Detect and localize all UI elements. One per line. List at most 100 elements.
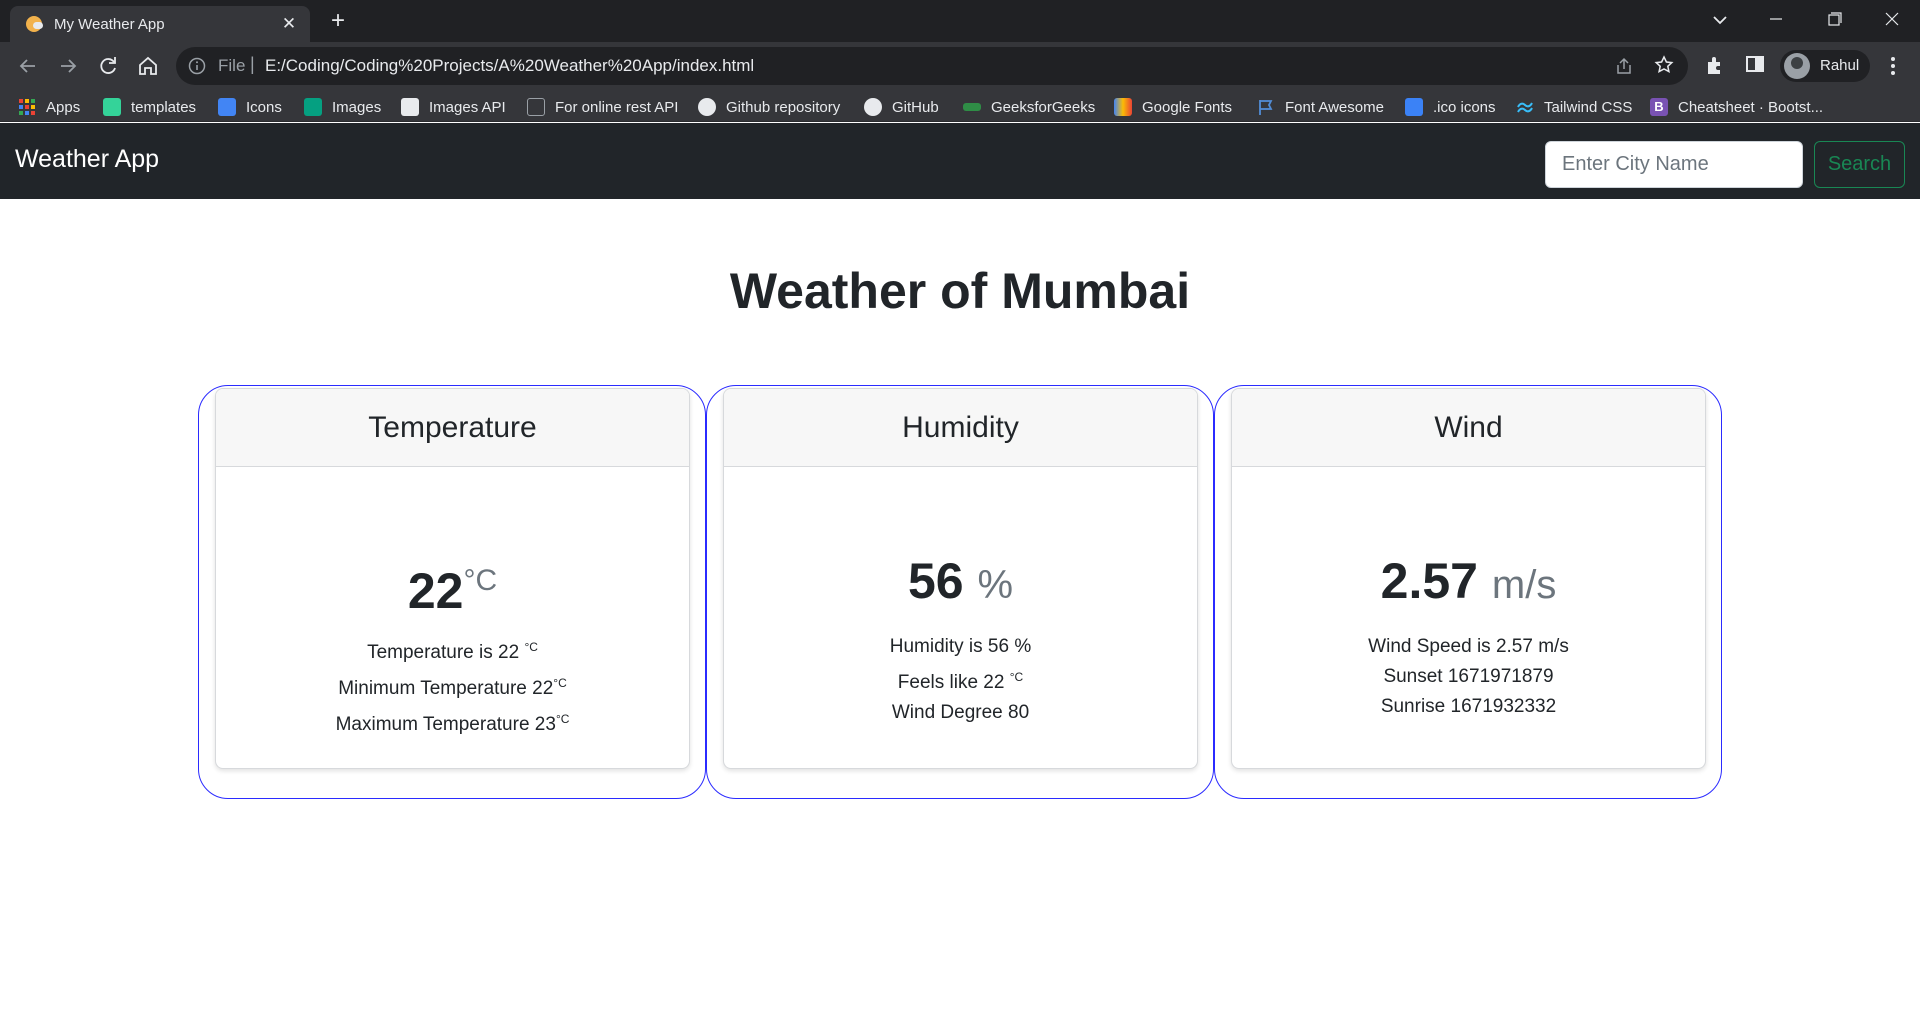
- rest-api-icon: [527, 98, 545, 116]
- extensions-puzzle-icon[interactable]: [1704, 54, 1726, 76]
- restore-window-icon[interactable]: [1806, 0, 1862, 38]
- icons-icon: [218, 98, 236, 116]
- forward-arrow-icon[interactable]: [54, 52, 82, 80]
- browser-tab-strip: My Weather App ✕ +: [0, 0, 1920, 42]
- bookmark-label: Images: [332, 98, 382, 116]
- tailwind-icon: [1517, 102, 1533, 113]
- card-header: Temperature: [216, 389, 689, 467]
- site-info-icon[interactable]: [188, 57, 206, 75]
- search-button[interactable]: Search: [1814, 141, 1905, 188]
- bookmark-geeksforgeeks[interactable]: GeeksforGeeks: [963, 96, 1095, 118]
- temperature-card: Temperature 22 °C Temperature is 22 °C Mi…: [215, 388, 690, 769]
- profile-name: Rahul: [1820, 57, 1860, 74]
- wind-details: Wind Speed is 2.57 m/s Sunset 1671971879…: [1232, 632, 1705, 722]
- geeksforgeeks-icon: [963, 103, 981, 111]
- detail-line: Temperature is 22 °C: [216, 632, 689, 668]
- humidity-card: Humidity 56 % Humidity is 56 % Feels lik…: [723, 388, 1198, 769]
- wind-card: Wind 2.57 m/s Wind Speed is 2.57 m/s Sun…: [1231, 388, 1706, 769]
- bookmark-icons[interactable]: Icons: [218, 96, 282, 118]
- bookmark-tailwind-css[interactable]: Tailwind CSS: [1516, 96, 1632, 118]
- detail-unit: °C: [555, 712, 570, 726]
- wind-card-wrapper: Wind 2.57 m/s Wind Speed is 2.57 m/s Sun…: [1214, 385, 1722, 799]
- detail-line: Wind Speed is 2.57 m/s: [1368, 636, 1569, 657]
- side-panel-icon[interactable]: [1745, 54, 1765, 74]
- url-separator: |: [250, 54, 255, 74]
- bookmark-label: Tailwind CSS: [1544, 98, 1633, 116]
- pexels-icon: [304, 98, 322, 116]
- humidity-number: 56: [907, 553, 964, 609]
- new-tab-button[interactable]: +: [324, 8, 352, 36]
- kebab-menu-icon[interactable]: [1882, 54, 1904, 78]
- back-arrow-icon[interactable]: [14, 52, 42, 80]
- bookmark-label: Images API: [429, 98, 506, 116]
- bookmark-star-icon[interactable]: [1654, 55, 1674, 75]
- bookmark-rest-api[interactable]: For online rest API: [527, 96, 678, 118]
- navbar-brand[interactable]: Weather App: [15, 145, 159, 174]
- detail-line: Maximum Temperature 23°C: [216, 704, 689, 740]
- flag-icon: [1259, 100, 1273, 115]
- bookmark-label: Cheatsheet · Bootst...: [1678, 98, 1824, 116]
- github-icon: [864, 98, 882, 116]
- wind-unit: m/s: [1491, 563, 1557, 607]
- bookmark-github-repository[interactable]: Github repository: [698, 96, 840, 118]
- app-navbar: Weather App Search: [0, 123, 1920, 199]
- reload-icon[interactable]: [94, 52, 122, 80]
- weather-favicon-icon: [26, 16, 43, 32]
- card-body: 2.57 m/s Wind Speed is 2.57 m/s Sunset 1…: [1232, 550, 1705, 722]
- bookmark-label: Google Fonts: [1142, 98, 1233, 116]
- detail-line: Feels like 22 °C: [724, 662, 1197, 698]
- bookmark-label: Apps: [46, 98, 81, 116]
- humidity-card-wrapper: Humidity 56 % Humidity is 56 % Feels lik…: [706, 385, 1214, 799]
- tab-close-icon[interactable]: ✕: [278, 13, 300, 35]
- bookmark-ico-icons[interactable]: .ico icons: [1405, 96, 1496, 118]
- humidity-unit: %: [977, 563, 1014, 607]
- address-bar[interactable]: File | E:/Coding/Coding%20Projects/A%20W…: [176, 47, 1688, 85]
- bookmark-label: Github repository: [726, 98, 841, 116]
- bookmark-label: GitHub: [892, 98, 939, 116]
- url-text[interactable]: E:/Coding/Coding%20Projects/A%20Weather%…: [265, 56, 754, 76]
- detail-unit: °C: [553, 676, 567, 690]
- bookmark-label: Icons: [246, 98, 282, 116]
- close-window-icon[interactable]: [1864, 0, 1920, 38]
- card-body: 56 % Humidity is 56 % Feels like 22 °C W…: [724, 550, 1197, 728]
- humidity-value: 56 %: [724, 550, 1197, 612]
- temperature-card-wrapper: Temperature 22 °C Temperature is 22 °C Mi…: [198, 385, 706, 799]
- bookmark-font-awesome[interactable]: Font Awesome: [1257, 96, 1384, 118]
- google-fonts-icon: [1114, 98, 1132, 116]
- tab-search-chevron-icon[interactable]: [1708, 8, 1732, 32]
- minimize-window-icon[interactable]: [1748, 0, 1804, 38]
- bookmark-label: .ico icons: [1433, 98, 1496, 116]
- bookmark-images-api[interactable]: Images API: [401, 96, 506, 118]
- bookmark-images[interactable]: Images: [304, 96, 381, 118]
- card-title: Temperature: [368, 411, 537, 444]
- bookmark-label: GeeksforGeeks: [991, 98, 1096, 116]
- card-title: Wind: [1434, 411, 1503, 444]
- unsplash-icon: [401, 98, 419, 116]
- bookmark-label: For online rest API: [555, 98, 679, 116]
- bookmark-templates[interactable]: templates: [103, 96, 196, 118]
- profile-button[interactable]: Rahul: [1780, 50, 1870, 82]
- city-search-input[interactable]: [1545, 141, 1803, 188]
- bookmark-apps[interactable]: Apps: [18, 96, 80, 118]
- browser-tab[interactable]: My Weather App ✕: [10, 6, 310, 42]
- templates-icon: [103, 98, 121, 116]
- home-icon[interactable]: [134, 52, 162, 80]
- bookmark-google-fonts[interactable]: Google Fonts: [1114, 96, 1232, 118]
- detail-text: Maximum Temperature 23: [335, 714, 556, 735]
- bootstrap-icon: B: [1650, 98, 1668, 116]
- share-icon[interactable]: [1614, 56, 1634, 76]
- detail-unit: °C: [524, 640, 538, 654]
- card-header: Wind: [1232, 389, 1705, 467]
- temperature-number: 22: [407, 563, 464, 619]
- url-scheme-label: File: [218, 56, 246, 75]
- detail-text: Minimum Temperature 22: [338, 678, 554, 699]
- bookmark-label: templates: [131, 98, 197, 116]
- bookmark-github[interactable]: GitHub: [864, 96, 939, 118]
- wind-value: 2.57 m/s: [1232, 550, 1705, 612]
- detail-unit: °C: [1009, 670, 1024, 684]
- bookmark-bootstrap-cheatsheet[interactable]: B Cheatsheet · Bootst...: [1650, 96, 1823, 118]
- apps-grid-icon: [19, 99, 35, 115]
- detail-line: Wind Degree 80: [891, 702, 1030, 723]
- detail-line: Minimum Temperature 22°C: [216, 668, 689, 704]
- humidity-details: Humidity is 56 % Feels like 22 °C Wind D…: [724, 632, 1197, 728]
